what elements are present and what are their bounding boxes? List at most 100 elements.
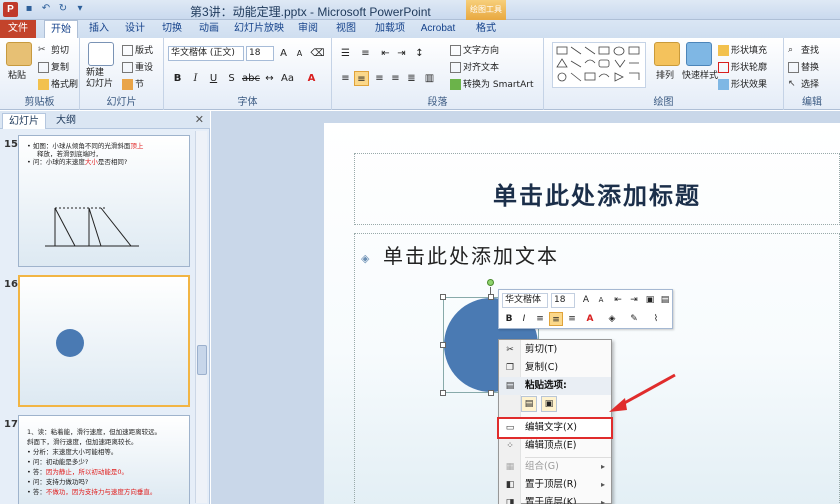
paste-keep-format-icon[interactable]: ▤ (521, 396, 537, 412)
body-text-placeholder[interactable]: 单击此处添加文本 (383, 240, 559, 269)
save-icon[interactable]: ▪ (22, 2, 36, 16)
change-case-icon[interactable]: Aa (280, 71, 295, 86)
menu-item-send-to-back[interactable]: ◨ 置于底层(K) ▸ (499, 494, 611, 504)
font-name-combo[interactable]: 华文楷体 (正文) (168, 46, 244, 61)
decrease-indent-icon[interactable]: ⇤ (611, 293, 625, 307)
bullets-icon[interactable]: ☰ (338, 46, 353, 61)
align-right-icon[interactable]: ≡ (565, 312, 579, 326)
shape-outline-button[interactable]: 形状轮廓 (718, 60, 767, 73)
select-button[interactable]: ↖ 选择 (788, 77, 819, 90)
tab-outline[interactable]: 大纲 (50, 113, 82, 129)
panel-scrollbar[interactable] (195, 131, 207, 503)
menu-item-edit-points[interactable]: ⁘ 编辑顶点(E) (499, 437, 611, 455)
columns-icon[interactable]: ▥ (422, 71, 437, 86)
tab-review[interactable]: 审阅 (293, 20, 323, 38)
bold-icon[interactable]: B (502, 312, 516, 326)
copy-button[interactable]: 复制 (38, 60, 69, 73)
shrink-font-icon[interactable]: A (292, 46, 307, 61)
pencil-icon[interactable]: ✎ (627, 312, 641, 326)
mini-size-combo[interactable]: 18 (551, 293, 575, 308)
align-left-icon[interactable]: ≡ (533, 312, 547, 326)
fill-bucket-icon[interactable]: ◈ (605, 312, 619, 326)
new-slide-button[interactable]: 新建 幻灯片 (86, 68, 113, 90)
menu-item-cut[interactable]: ✂ 剪切(T) (499, 341, 611, 359)
align-left-icon[interactable]: ≡ (338, 71, 353, 86)
slide-thumbnail-17[interactable]: 1、读：粘着能，滑行速度，但加速距离较远。 斜面下，滑行速度，但加速距离较长。 … (18, 415, 190, 504)
font-color-icon[interactable]: A (304, 71, 319, 86)
replace-button[interactable]: 替换 (788, 60, 819, 73)
grow-font-icon[interactable]: A (579, 293, 593, 307)
text-direction-button[interactable]: 文字方向 (450, 43, 499, 56)
font-color-icon[interactable]: A (583, 312, 597, 326)
menu-item-edit-text[interactable]: ▭ 编辑文字(X) (497, 417, 613, 439)
paste-icon[interactable] (6, 42, 32, 66)
resize-handle[interactable] (440, 390, 446, 396)
powerpoint-app-icon[interactable]: P (3, 2, 18, 17)
paste-format-icon[interactable]: ▤ (658, 293, 672, 307)
paste-button[interactable]: 粘贴 (8, 68, 26, 81)
grow-font-icon[interactable]: A (276, 46, 291, 61)
tab-acrobat[interactable]: Acrobat (416, 20, 460, 38)
align-center-icon[interactable]: ≡ (354, 71, 369, 86)
undo-icon[interactable]: ↶ (39, 2, 53, 16)
cut-button[interactable]: ✂ 剪切 (38, 43, 69, 56)
resize-handle[interactable] (440, 294, 446, 300)
tab-transitions[interactable]: 切换 (157, 20, 187, 38)
shape-fill-button[interactable]: 形状填充 (718, 43, 767, 56)
align-text-button[interactable]: 对齐文本 (450, 60, 499, 73)
tab-insert[interactable]: 插入 (84, 20, 114, 38)
find-button[interactable]: ⌕ 查找 (788, 43, 819, 56)
numbering-icon[interactable]: ≡ (358, 46, 373, 61)
shadow-icon[interactable]: S (224, 71, 239, 86)
reset-button[interactable]: 重设 (122, 60, 153, 73)
copy-format-icon[interactable]: ▣ (643, 293, 657, 307)
tab-slideshow[interactable]: 幻灯片放映 (232, 20, 286, 38)
title-placeholder-box[interactable]: 单击此处添加标题 (354, 153, 840, 225)
line-spacing-icon[interactable]: ↕ (412, 46, 427, 61)
tab-view[interactable]: 视图 (331, 20, 361, 38)
font-size-combo[interactable]: 18 (246, 46, 274, 61)
shape-effects-button[interactable]: 形状效果 (718, 77, 767, 90)
close-icon[interactable]: ✕ (195, 113, 204, 126)
paste-picture-icon[interactable]: ▣ (541, 396, 557, 412)
resize-handle[interactable] (488, 390, 494, 396)
layout-button[interactable]: 版式 (122, 43, 153, 56)
arrange-icon[interactable] (654, 42, 680, 66)
bold-icon[interactable]: B (170, 71, 185, 86)
quick-styles-icon[interactable] (686, 42, 712, 66)
align-center-icon[interactable]: ≡ (549, 312, 563, 326)
char-spacing-icon[interactable]: ↔ (262, 71, 277, 86)
shapes-gallery[interactable] (552, 42, 646, 88)
tab-addins[interactable]: 加载项 (370, 20, 410, 38)
clear-format-icon[interactable]: ⌫ (310, 46, 325, 61)
menu-item-bring-to-front[interactable]: ◧ 置于顶层(R) ▸ (499, 476, 611, 494)
tab-home[interactable]: 开始 (44, 20, 78, 38)
menu-item-copy[interactable]: ❐ 复制(C) (499, 359, 611, 377)
slide-title-placeholder[interactable]: 单击此处添加标题 (355, 176, 839, 211)
shrink-font-icon[interactable]: A (594, 293, 608, 307)
arrange-button[interactable]: 排列 (656, 68, 674, 81)
tab-format[interactable]: 格式 (468, 20, 504, 38)
strikethrough-icon[interactable]: abc (242, 71, 260, 86)
tab-design[interactable]: 设计 (120, 20, 150, 38)
customize-qat-icon[interactable]: ▾ (73, 2, 87, 16)
brush-icon[interactable]: ⌇ (649, 312, 663, 326)
smartart-button[interactable]: 转换为 SmartArt (450, 77, 533, 90)
scrollbar-thumb[interactable] (197, 345, 207, 375)
italic-icon[interactable]: I (517, 312, 531, 326)
quick-styles-button[interactable]: 快速样式 (682, 68, 718, 81)
slide-thumbnail-16[interactable] (18, 275, 190, 407)
redo-icon[interactable]: ↻ (56, 2, 70, 16)
tab-slides[interactable]: 幻灯片 (2, 113, 46, 129)
resize-handle[interactable] (440, 342, 446, 348)
slide-thumbnail-15[interactable]: • 如图：小球从倾角不同的光滑斜面顶上 释放，若滑到底端时， • 问：小球的末速… (18, 135, 190, 267)
new-slide-icon[interactable] (88, 42, 114, 66)
format-painter-button[interactable]: 格式刷 (38, 77, 78, 90)
resize-handle[interactable] (488, 294, 494, 300)
increase-indent-icon[interactable]: ⇥ (394, 46, 409, 61)
italic-icon[interactable]: I (188, 71, 203, 86)
menu-item-group[interactable]: ▦ 组合(G) ▸ (499, 458, 611, 476)
mini-font-combo[interactable]: 华文楷体 (502, 293, 548, 308)
justify-icon[interactable]: ≡ (388, 71, 403, 86)
rotation-handle[interactable] (487, 279, 494, 286)
